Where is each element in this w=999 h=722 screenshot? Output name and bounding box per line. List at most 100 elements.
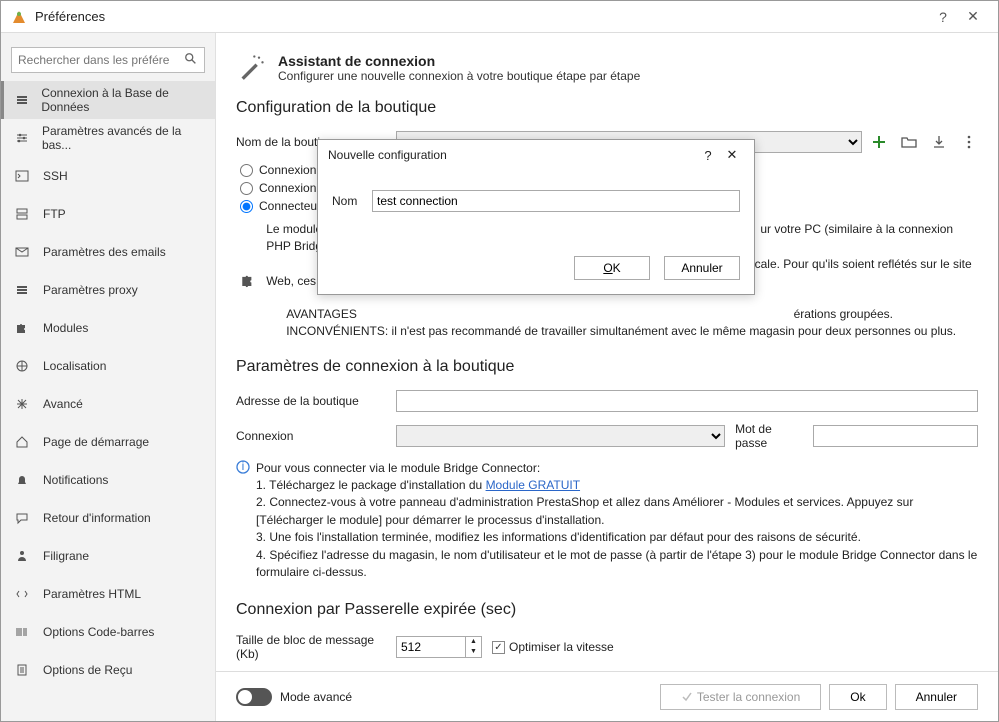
sidebar-item-0[interactable]: Connexion à la Base de Données (1, 81, 215, 119)
chat-icon (15, 510, 35, 526)
content-pane: Assistant de connexion Configurer une no… (216, 33, 998, 721)
assistant-subtitle: Configurer une nouvelle connexion à votr… (278, 69, 640, 83)
search-field[interactable] (18, 53, 184, 67)
spin-up-icon[interactable]: ▲ (466, 637, 481, 647)
barcode-icon (15, 624, 35, 640)
dialog-help-icon[interactable]: ? (696, 148, 720, 163)
more-icon[interactable] (960, 133, 978, 151)
gateway-section-title: Connexion par Passerelle expirée (sec) (236, 601, 978, 619)
sidebar-item-8[interactable]: Avancé (1, 385, 215, 423)
globe-icon (15, 358, 35, 374)
sidebar-item-label: Paramètres des emails (43, 245, 166, 259)
app-logo-icon (11, 9, 27, 25)
help-icon[interactable]: ? (928, 9, 958, 25)
sidebar-item-label: FTP (43, 207, 66, 221)
sidebar-item-label: Retour d'information (43, 511, 151, 525)
sidebar-item-label: Paramètres HTML (43, 587, 141, 601)
config-section-title: Configuration de la boutique (236, 99, 978, 117)
sidebar-item-15[interactable]: Options de Reçu (1, 651, 215, 689)
spin-down-icon[interactable]: ▼ (466, 647, 481, 657)
proxy-icon (15, 282, 35, 298)
dialog-close-icon[interactable]: ✕ (720, 147, 744, 163)
terminal-icon (15, 168, 35, 184)
sidebar-item-label: Options Code-barres (43, 625, 154, 639)
sidebar-item-label: Page de démarrage (43, 435, 149, 449)
assistant-title: Assistant de connexion (278, 53, 640, 69)
check-icon (681, 691, 693, 703)
advanced-mode-toggle[interactable] (236, 688, 272, 706)
sidebar-item-12[interactable]: Filigrane (1, 537, 215, 575)
db-icon (15, 92, 33, 108)
new-config-dialog: Nouvelle configuration ? ✕ Nom OK Annule… (317, 139, 755, 295)
search-input[interactable] (11, 47, 205, 73)
ftp-icon (15, 206, 35, 222)
dialog-name-input[interactable] (372, 190, 740, 212)
add-config-icon[interactable] (870, 133, 888, 151)
sidebar-item-10[interactable]: Notifications (1, 461, 215, 499)
puzzle-icon (15, 320, 35, 336)
svg-text:i: i (242, 460, 245, 473)
dialog-title: Nouvelle configuration (328, 148, 696, 162)
sidebar-item-5[interactable]: Paramètres proxy (1, 271, 215, 309)
sidebar-item-9[interactable]: Page de démarrage (1, 423, 215, 461)
open-folder-icon[interactable] (900, 133, 918, 151)
dialog-cancel-button[interactable]: Annuler (664, 256, 740, 280)
home-icon (15, 434, 35, 450)
sidebar-item-7[interactable]: Localisation (1, 347, 215, 385)
sidebar-item-6[interactable]: Modules (1, 309, 215, 347)
sidebar-item-label: Modules (43, 321, 88, 335)
bridge-help: i Pour vous connecter via le module Brid… (236, 460, 978, 582)
mail-icon (15, 244, 35, 260)
free-module-link[interactable]: Module GRATUIT (486, 478, 580, 492)
cancel-button[interactable]: Annuler (895, 684, 978, 710)
block-size-spinner[interactable]: ▲▼ (396, 636, 482, 658)
params-section-title: Paramètres de connexion à la boutique (236, 358, 978, 376)
connection-select[interactable] (396, 425, 725, 447)
html-icon (15, 586, 35, 602)
sidebar-item-label: Paramètres avancés de la bas... (42, 124, 205, 152)
block-size-label: Taille de bloc de message (Kb) (236, 633, 396, 661)
asterisk-icon (15, 396, 35, 412)
sidebar-item-4[interactable]: Paramètres des emails (1, 233, 215, 271)
sidebar-item-1[interactable]: Paramètres avancés de la bas... (1, 119, 215, 157)
store-address-label: Adresse de la boutique (236, 394, 396, 408)
sidebar-item-14[interactable]: Options Code-barres (1, 613, 215, 651)
receipt-icon (15, 662, 35, 678)
sidebar-item-label: Notifications (43, 473, 108, 487)
sidebar-item-label: Localisation (43, 359, 106, 373)
info-icon: i (236, 460, 250, 582)
password-label: Mot de passe (735, 422, 807, 450)
sidebar-item-label: Connexion à la Base de Données (41, 86, 205, 114)
assistant-header: Assistant de connexion Configurer une no… (236, 53, 978, 83)
sidebar-item-label: Avancé (43, 397, 83, 411)
window-title: Préférences (35, 9, 928, 24)
sidebar-item-3[interactable]: FTP (1, 195, 215, 233)
footer: Mode avancé Tester la connexion Ok Annul… (216, 671, 998, 721)
person-icon (15, 548, 35, 564)
search-icon (184, 52, 198, 69)
sidebar-item-label: Paramètres proxy (43, 283, 138, 297)
test-connection-button[interactable]: Tester la connexion (660, 684, 821, 710)
sidebar-item-label: SSH (43, 169, 68, 183)
sidebar-item-label: Filigrane (43, 549, 89, 563)
dialog-name-label: Nom (332, 194, 372, 208)
download-icon[interactable] (930, 133, 948, 151)
wand-icon (236, 53, 268, 81)
sidebar-item-label: Options de Reçu (43, 663, 132, 677)
bell-icon (15, 472, 35, 488)
dialog-ok-button[interactable]: OK (574, 256, 650, 280)
password-input[interactable] (813, 425, 978, 447)
optimize-speed-checkbox[interactable]: ✓Optimiser la vitesse (492, 640, 614, 654)
advanced-mode-label: Mode avancé (280, 690, 352, 704)
sidebar-item-13[interactable]: Paramètres HTML (1, 575, 215, 613)
ok-button[interactable]: Ok (829, 684, 886, 710)
sidebar-item-11[interactable]: Retour d'information (1, 499, 215, 537)
puzzle-icon (240, 221, 258, 340)
sliders-icon (15, 130, 34, 146)
sidebar-item-2[interactable]: SSH (1, 157, 215, 195)
sidebar: Connexion à la Base de Données Paramètres… (1, 33, 216, 721)
close-icon[interactable]: ✕ (958, 8, 988, 25)
titlebar: Préférences ? ✕ (1, 1, 998, 33)
connection-label: Connexion (236, 429, 396, 443)
store-address-input[interactable] (396, 390, 978, 412)
